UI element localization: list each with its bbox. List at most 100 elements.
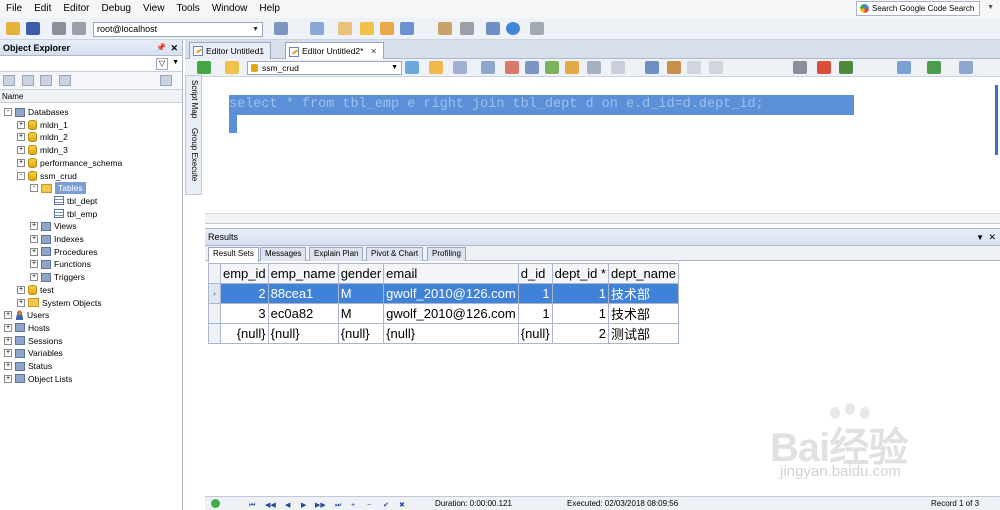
format-icon[interactable] [453,61,467,74]
current-row-icon[interactable]: › [208,283,221,304]
column-header[interactable]: emp_name [267,263,339,284]
tree-node[interactable]: + Triggers [30,271,85,283]
tree-node[interactable]: tbl_emp [43,208,97,220]
collapse-icon[interactable]: - [17,171,25,180]
indent-icon[interactable] [505,61,519,74]
column-header[interactable]: dept_id * [551,263,609,284]
menu-tools[interactable]: Tools [170,0,205,18]
grid-cell[interactable]: ec0a82 [267,303,339,324]
tree-node[interactable]: - ssm_crud [17,170,77,182]
chart-icon[interactable] [927,61,941,74]
row-header[interactable] [208,323,221,344]
column-header[interactable]: gender [337,263,385,284]
expand-icon[interactable]: + [30,260,38,269]
print-icon[interactable] [52,22,66,35]
column-header[interactable]: d_id [517,263,553,284]
copy-icon[interactable] [40,75,52,86]
tree-node[interactable]: tbl_dept [43,195,97,207]
menu-editor[interactable]: Editor [57,0,95,18]
post-edit-button[interactable]: ✔ [383,499,389,510]
layout-icon[interactable] [897,61,911,74]
tree-node[interactable]: + Hosts [4,322,50,334]
tree-node[interactable]: + Object Lists [4,373,72,385]
grid-cell[interactable]: 技术部 [607,303,680,324]
sql-editor[interactable]: select * from tbl_emp e right join tbl_d… [205,77,1000,224]
globe-icon[interactable] [506,22,520,35]
editor-horizontal-scrollbar[interactable] [205,213,1000,223]
expand-icon[interactable]: + [30,222,38,231]
grid-cell[interactable]: 88cea1 [267,283,339,304]
settings-icon[interactable] [59,75,71,86]
schema-icon[interactable] [400,22,414,35]
tree-node[interactable]: + Sessions [4,335,63,347]
chevron-down-icon[interactable]: ▼ [172,59,179,66]
bookmark-icon[interactable] [565,61,579,74]
row-header[interactable] [208,303,221,324]
debug-icon[interactable] [839,61,853,74]
undo-icon[interactable] [687,61,701,74]
column-header[interactable]: email [383,263,519,284]
tab-script-map[interactable]: Script Map [190,80,199,118]
table-row[interactable]: 3 ec0a82 Mgwolf_2010@126.com 1 1 技术部 [208,303,680,324]
sql-text[interactable]: select * from tbl_emp e right join tbl_d… [229,95,854,115]
query-builder-icon[interactable] [525,61,539,74]
collapse-icon[interactable]: - [4,108,12,116]
grid-cell[interactable]: 1 [551,283,609,304]
tab-profiling[interactable]: Profiling [427,247,466,261]
redo-icon[interactable] [709,61,723,74]
table-row[interactable]: {null} {null} {null} {null} {null} 2 测试部 [208,323,680,344]
grid-icon[interactable] [486,22,500,35]
edit-icon[interactable] [338,22,352,35]
expand-icon[interactable]: + [17,158,25,167]
wrench-icon[interactable] [530,22,544,35]
tree-node[interactable]: + Views [30,220,77,232]
last-record-button[interactable]: ⏭ [335,499,341,510]
tab-group-execute[interactable]: Group Execute [190,128,199,181]
grid-cell[interactable]: {null} [337,323,385,344]
menu-file[interactable]: File [0,0,28,18]
tab-editor-1[interactable]: Editor Untitled1 [189,42,272,59]
previous-record-button[interactable]: ◀ [285,499,290,510]
grid-cell[interactable]: M [337,303,385,324]
grid-cell[interactable]: M [337,283,385,304]
menu-window[interactable]: Window [206,0,254,18]
grid-cell[interactable]: gwolf_2010@126.com [383,303,519,324]
compare-icon[interactable] [310,22,324,35]
tools-icon[interactable] [460,22,474,35]
grid-cell[interactable]: {null} [517,323,553,344]
refresh-icon[interactable] [405,61,419,74]
expand-icon[interactable]: + [4,349,12,358]
grid-cell[interactable]: 测试部 [607,323,680,344]
tab-pivot-chart[interactable]: Pivot & Chart [366,247,424,261]
expand-icon[interactable]: + [30,235,38,243]
result-grid[interactable]: emp_id emp_name gender email d_id dept_id * de… [208,263,680,344]
menu-edit[interactable]: Edit [28,0,57,18]
database-select[interactable]: ssm_crud ▼ [247,61,402,75]
tree-node[interactable]: + performance_schema [17,157,122,169]
tab-result-sets[interactable]: Result Sets [208,247,259,262]
expand-icon[interactable]: + [30,273,38,282]
chevron-down-icon[interactable]: ▼ [976,229,984,246]
tree-node[interactable]: + Variables [4,347,63,359]
cancel-edit-button[interactable]: ✖ [399,499,405,510]
tree-node[interactable]: + test [17,284,54,296]
options-icon[interactable] [959,61,973,74]
pin-icon[interactable]: 📌 [156,40,166,56]
expand-icon[interactable]: + [17,133,25,142]
tree-node[interactable]: + mldn_2 [17,131,68,143]
expand-icon[interactable]: + [17,120,25,129]
grid-cell[interactable]: {null} [220,323,269,344]
grid-cell[interactable]: 1 [517,283,553,304]
backup-icon[interactable] [438,22,452,35]
close-icon[interactable]: ✕ [170,40,178,56]
expand-icon[interactable]: + [4,374,12,383]
sql-icon[interactable] [611,61,625,74]
tree-node[interactable]: + Status [4,360,52,372]
expand-icon[interactable]: + [17,285,25,294]
run-icon[interactable] [429,61,443,74]
expand-icon[interactable]: + [17,298,25,307]
tab-messages[interactable]: Messages [260,247,307,261]
connection-select[interactable]: root@localhost ▼ [93,22,263,37]
first-record-button[interactable]: ⏮ [249,499,255,510]
variables-icon[interactable] [225,61,239,74]
